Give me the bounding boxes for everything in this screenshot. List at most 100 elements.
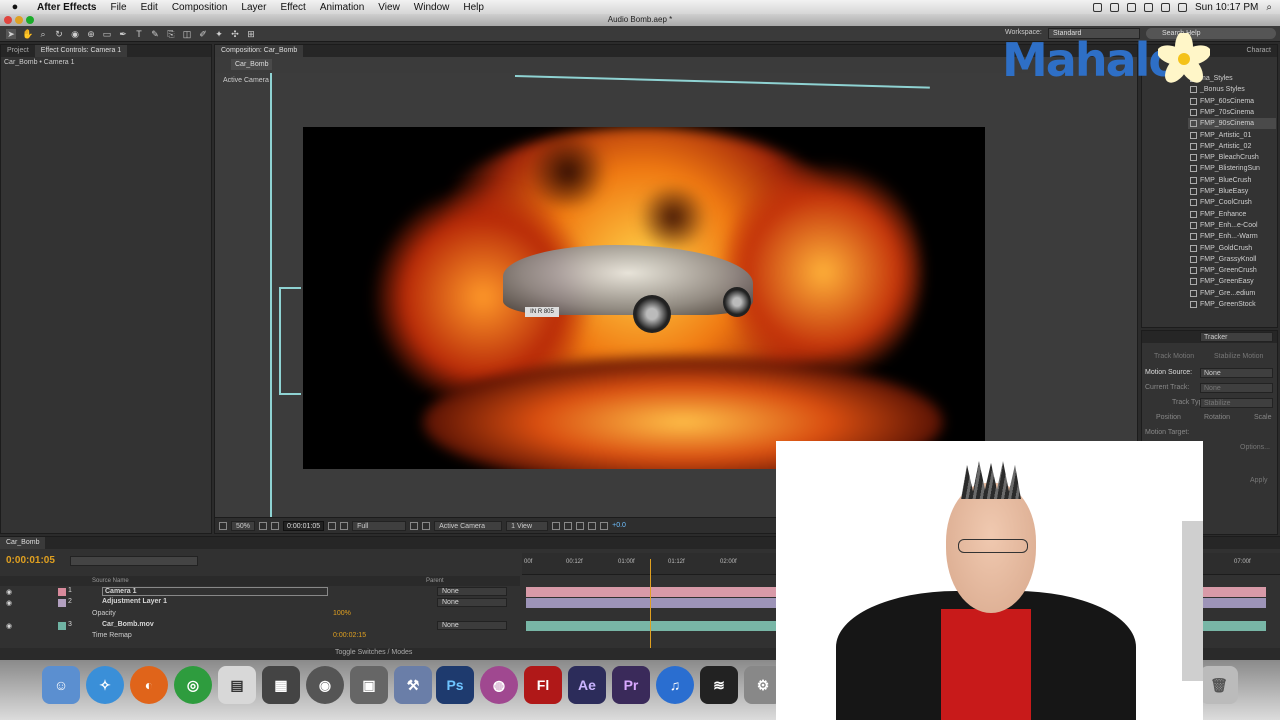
pixel-aspect-icon[interactable] [552, 521, 561, 530]
stabilize-motion-button[interactable]: Stabilize Motion [1214, 353, 1263, 360]
exposure-value[interactable]: +0.0 [612, 522, 626, 529]
opacity-value[interactable]: 100% [333, 610, 351, 617]
parent-select[interactable]: None [437, 621, 507, 630]
effects-preset-item[interactable]: FMP_BleachCrush [1188, 152, 1276, 163]
resolution-select[interactable]: Full [352, 520, 407, 531]
timeline-timecode[interactable]: 0:00:01:05 [6, 555, 55, 566]
effects-preset-item[interactable]: FMP_60sCinema [1188, 96, 1276, 107]
effects-preset-item[interactable]: FMP_90sCinema [1188, 118, 1276, 130]
label-color-swatch[interactable] [58, 588, 66, 596]
clone-tool-icon[interactable]: ⎘ [166, 29, 176, 39]
visibility-eye-icon[interactable]: ◉ [6, 588, 14, 596]
zoom-select[interactable]: 50% [231, 520, 256, 531]
effects-preset-item[interactable]: FMP_BlisteringSun [1188, 163, 1276, 174]
puppet-tool-icon[interactable]: ✦ [214, 29, 224, 39]
effects-preset-item[interactable]: FMP_Enhance [1188, 209, 1276, 220]
premiere-icon[interactable]: Pr [612, 666, 650, 704]
pen-tool-icon[interactable]: ✒ [118, 29, 128, 39]
menu-edit[interactable]: Edit [134, 2, 165, 13]
axis-mode-icon[interactable]: ✣ [230, 29, 240, 39]
menu-help[interactable]: Help [456, 2, 491, 13]
current-time-indicator[interactable] [650, 559, 651, 659]
camera-select[interactable]: Active Camera [434, 520, 503, 531]
toggle-switches-modes-button[interactable]: Toggle Switches / Modes [335, 649, 412, 656]
track-type-select[interactable]: Stabilize [1200, 398, 1273, 408]
roto-brush-tool-icon[interactable]: ✐ [198, 29, 208, 39]
menu-view[interactable]: View [371, 2, 407, 13]
current-track-select[interactable]: None [1200, 383, 1273, 393]
brush-tool-icon[interactable]: ✎ [150, 29, 160, 39]
options-button[interactable]: Options... [1240, 444, 1270, 451]
menu-composition[interactable]: Composition [165, 2, 235, 13]
scale-checkbox[interactable]: Scale [1254, 414, 1272, 421]
soundtrack-icon[interactable]: ≋ [700, 666, 738, 704]
effects-preset-item[interactable]: FMP_Enh...-Warm [1188, 231, 1276, 242]
mask-visibility-icon[interactable] [271, 521, 280, 530]
visibility-eye-icon[interactable]: ◉ [6, 599, 14, 607]
tab-tracker[interactable]: Tracker [1200, 332, 1273, 342]
label-color-swatch[interactable] [58, 622, 66, 630]
layer-name[interactable]: Car_Bomb.mov [102, 621, 154, 628]
comp-flowchart-icon[interactable] [588, 521, 597, 530]
apply-button[interactable]: Apply [1250, 477, 1268, 484]
menu-animation[interactable]: Animation [313, 2, 371, 13]
preview-icon[interactable]: ▤ [218, 666, 256, 704]
safari-icon[interactable]: ✧ [86, 666, 124, 704]
comp-breadcrumb[interactable]: Car_Bomb [231, 59, 273, 70]
effects-preset-item[interactable]: FMP_Enh...e-Cool [1188, 220, 1276, 231]
world-axis-icon[interactable]: ⊞ [246, 29, 256, 39]
effects-preset-item[interactable]: FMP_BlueCrush [1188, 175, 1276, 186]
effects-preset-item[interactable]: FMP_GreenEasy [1188, 276, 1276, 287]
snapshot-icon[interactable] [328, 521, 337, 530]
position-checkbox[interactable]: Position [1156, 414, 1181, 421]
label-color-swatch[interactable] [58, 599, 66, 607]
effects-preset-item[interactable]: FMP_GreenStock [1188, 299, 1276, 310]
tab-character[interactable]: Charact [1240, 45, 1277, 57]
zoom-tool-icon[interactable]: ⌕ [38, 29, 48, 39]
effects-preset-item[interactable]: FMP_70sCinema [1188, 107, 1276, 118]
motion-source-select[interactable]: None [1200, 368, 1273, 378]
transparency-grid-icon[interactable] [422, 521, 431, 530]
parent-select[interactable]: None [437, 587, 507, 596]
effects-preset-item[interactable]: FMP_GreenCrush [1188, 265, 1276, 276]
rotation-checkbox[interactable]: Rotation [1204, 414, 1230, 421]
final-cut-icon[interactable]: ▦ [262, 666, 300, 704]
effects-preset-item[interactable]: FMP_Artistic_02 [1188, 141, 1276, 152]
menu-layer[interactable]: Layer [234, 2, 273, 13]
layer-row[interactable]: ◉ 2 Adjustment Layer 1 None [0, 598, 520, 609]
menu-file[interactable]: File [103, 2, 133, 13]
menu-window[interactable]: Window [407, 2, 457, 13]
dropbox-icon[interactable] [1093, 2, 1103, 12]
visibility-eye-icon[interactable]: ◉ [6, 622, 14, 630]
tab-composition[interactable]: Composition: Car_Bomb [215, 45, 304, 57]
viewer-timecode[interactable]: 0:00:01:05 [283, 520, 325, 531]
after-effects-icon[interactable]: Ae [568, 666, 606, 704]
time-remap-property[interactable]: Time Remap [92, 632, 132, 639]
reset-exposure-icon[interactable] [600, 521, 609, 530]
camera-tool-icon[interactable]: ◉ [70, 29, 80, 39]
color-channel-icon[interactable] [340, 521, 349, 530]
photoshop-icon[interactable]: Ps [436, 666, 474, 704]
dvd-player-icon[interactable]: ◉ [306, 666, 344, 704]
effects-preset-item[interactable]: FMP_GrassyKnoll [1188, 254, 1276, 265]
timeline-search-input[interactable] [70, 556, 198, 566]
minimize-window-icon[interactable] [15, 16, 23, 24]
color-app-icon[interactable]: ◍ [480, 666, 518, 704]
effects-preset-item[interactable]: FMP_BlueEasy [1188, 186, 1276, 197]
source-name-header[interactable]: Source Name [92, 578, 129, 584]
eraser-tool-icon[interactable]: ◫ [182, 29, 192, 39]
trash-icon[interactable]: 🗑 [1200, 666, 1238, 704]
hand-tool-icon[interactable]: ✋ [22, 29, 33, 39]
tab-effect-controls[interactable]: Effect Controls: Camera 1 [34, 45, 128, 57]
type-tool-icon[interactable]: T [134, 29, 144, 39]
pan-behind-tool-icon[interactable]: ⊕ [86, 29, 96, 39]
view-layout-select[interactable]: 1 View [506, 520, 549, 531]
spotlight-icon[interactable]: ⌕ [1266, 2, 1272, 13]
zoom-window-icon[interactable] [26, 16, 34, 24]
track-motion-button[interactable]: Track Motion [1154, 353, 1194, 360]
menu-clock[interactable]: Sun 10:17 PM [1195, 2, 1258, 13]
layer-row[interactable]: ◉ 3 Car_Bomb.mov None [0, 621, 520, 632]
grid-icon[interactable] [259, 521, 268, 530]
effects-preset-item[interactable]: FMP_Gre...edium [1188, 288, 1276, 299]
rectangle-tool-icon[interactable]: ▭ [102, 29, 112, 39]
